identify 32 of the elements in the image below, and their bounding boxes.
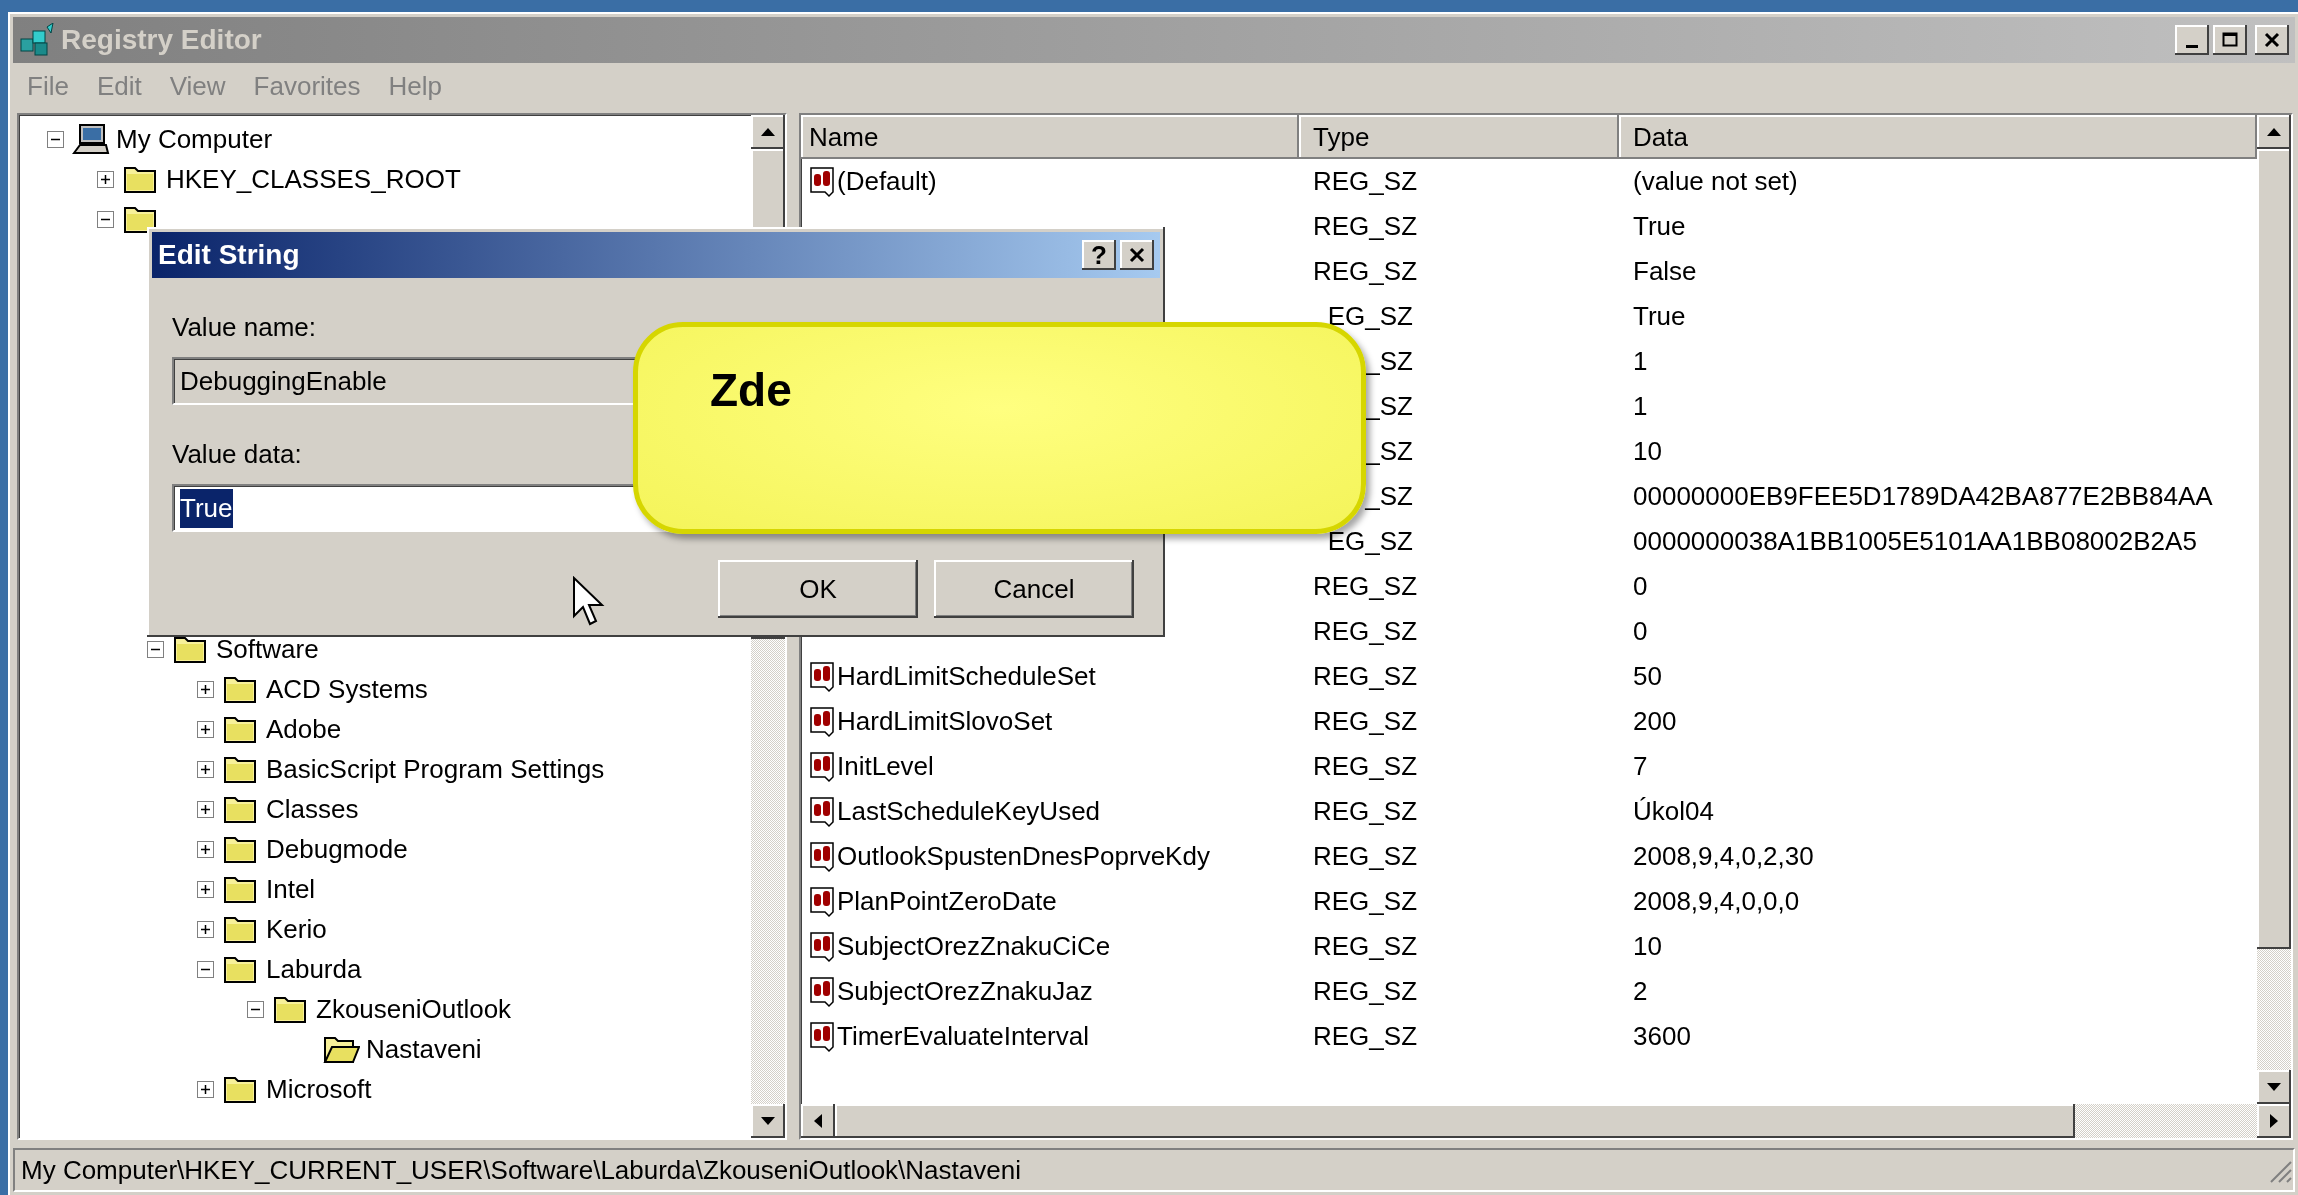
value-type: _SZ bbox=[1364, 480, 1413, 513]
value-data: 10 bbox=[1633, 931, 1662, 961]
status-path: My Computer\HKEY_CURRENT_USER\Software\Laburda\ZkouseniOutlook\Nastaveni bbox=[21, 1153, 1021, 1187]
dialog-title: Edit String bbox=[158, 238, 301, 272]
value-data: False bbox=[1633, 256, 1697, 286]
value-data: (value not set) bbox=[1633, 166, 1798, 196]
value-data: 1 bbox=[1633, 346, 1648, 376]
value-type: _SZ bbox=[1364, 390, 1413, 423]
value-data: 0000000038A1BB1005E5101AA1BB08002B2A5 bbox=[1633, 526, 2197, 556]
value-data: 0 bbox=[1633, 571, 1648, 601]
value-data: 200 bbox=[1633, 706, 1677, 736]
value-type: _SZ bbox=[1364, 345, 1413, 378]
value-type: EG_SZ bbox=[1326, 300, 1413, 333]
value-data: 1 bbox=[1633, 391, 1648, 421]
value-data: 2 bbox=[1633, 976, 1648, 1006]
value-data: 0 bbox=[1633, 616, 1648, 646]
value-data: True bbox=[1633, 301, 1686, 331]
value-type: _SZ bbox=[1364, 435, 1413, 468]
value-data: 50 bbox=[1633, 661, 1662, 691]
window-title: Registry Editor bbox=[61, 23, 262, 57]
value-data: 2008,9,4,0,0,0 bbox=[1633, 886, 1800, 916]
callout-text: Zde bbox=[710, 367, 792, 413]
value-type: EG_SZ bbox=[1326, 525, 1413, 558]
value-data: 00000000EB9FEE5D1789DA42BA877E2BB84AA bbox=[1633, 481, 2213, 511]
value-data: True bbox=[1633, 211, 1686, 241]
value-data: 2008,9,4,0,2,30 bbox=[1633, 841, 1814, 871]
value-name-label: Value name: bbox=[172, 311, 317, 344]
value-data: 7 bbox=[1633, 751, 1648, 781]
value-data-label: Value data: bbox=[172, 438, 302, 471]
value-data: Úkol04 bbox=[1633, 796, 1714, 826]
value-data: 3600 bbox=[1633, 1021, 1691, 1051]
value-data: 10 bbox=[1633, 436, 1662, 466]
